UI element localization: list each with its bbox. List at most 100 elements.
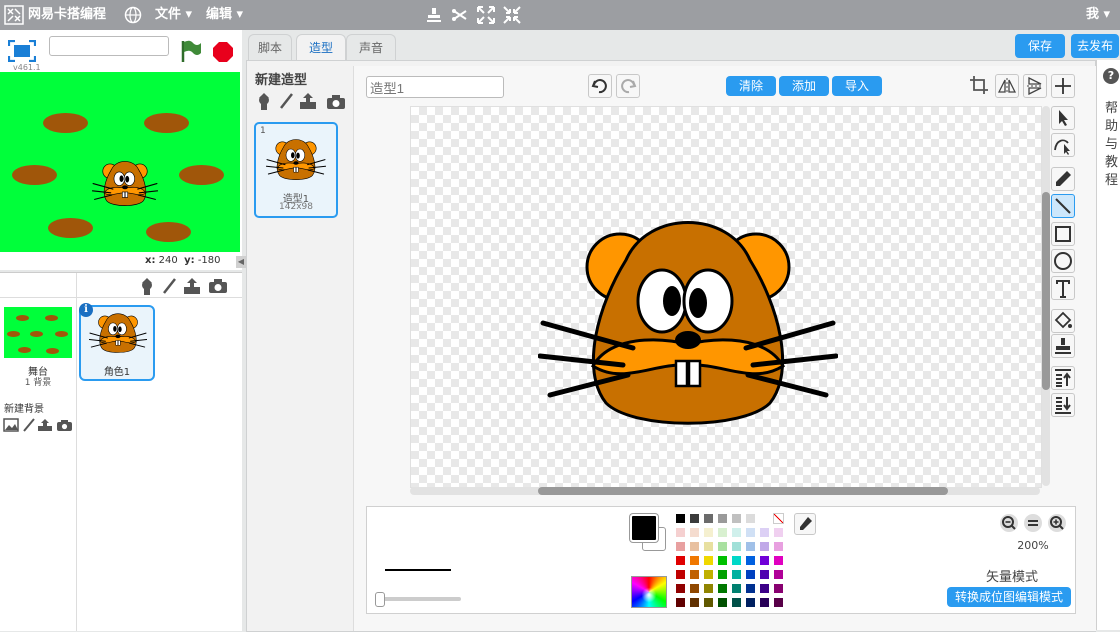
file-menu[interactable]: 文件 ▾ — [155, 0, 192, 30]
color-swatch[interactable] — [745, 555, 756, 566]
stage-thumbnail[interactable] — [4, 307, 72, 358]
color-swatch[interactable] — [703, 597, 714, 608]
sprite-tile[interactable]: 角色1 — [79, 305, 155, 381]
color-swatch[interactable] — [759, 527, 770, 538]
import-button[interactable]: 导入 — [832, 76, 882, 96]
paint-costume-icon[interactable] — [278, 92, 294, 110]
help-icon[interactable]: ? — [1103, 68, 1119, 84]
color-swatch[interactable] — [675, 541, 686, 552]
color-swatch[interactable] — [773, 541, 784, 552]
color-swatch[interactable] — [731, 569, 742, 580]
color-swatch[interactable] — [689, 513, 700, 524]
color-swatch[interactable] — [689, 569, 700, 580]
pencil-tool[interactable] — [1051, 167, 1075, 191]
color-swatch[interactable] — [731, 527, 742, 538]
color-swatch[interactable] — [759, 541, 770, 552]
user-menu[interactable]: 我 ▾ — [1086, 0, 1110, 30]
forward-layer-tool[interactable] — [1051, 366, 1075, 390]
drawing-canvas[interactable] — [410, 106, 1042, 488]
stage-canvas[interactable] — [0, 72, 240, 252]
color-swatch[interactable] — [731, 583, 742, 594]
color-swatch[interactable] — [717, 513, 728, 524]
sprite-library-icon[interactable] — [138, 277, 156, 295]
color-swatch[interactable] — [745, 597, 756, 608]
shrink-icon[interactable] — [502, 5, 522, 25]
zoom-reset-icon[interactable] — [1023, 513, 1043, 533]
undo-button[interactable] — [588, 74, 612, 98]
color-swatch[interactable] — [703, 513, 714, 524]
add-button[interactable]: 添加 — [779, 76, 829, 96]
clear-button[interactable]: 清除 — [726, 76, 776, 96]
color-swatch[interactable] — [675, 555, 686, 566]
rectangle-tool[interactable] — [1051, 222, 1075, 246]
language-globe-icon[interactable] — [124, 6, 142, 24]
color-swatch[interactable] — [703, 527, 714, 538]
color-swatch[interactable] — [717, 541, 728, 552]
color-swatch[interactable] — [773, 583, 784, 594]
color-swatch[interactable] — [773, 555, 784, 566]
horizontal-scroll-thumb[interactable] — [538, 487, 948, 495]
upload-sprite-icon[interactable] — [182, 277, 202, 295]
color-swatch[interactable] — [717, 583, 728, 594]
text-tool[interactable] — [1051, 276, 1075, 300]
costume-item[interactable]: 1 造型1 142x98 — [254, 122, 338, 218]
backdrop-camera-icon[interactable] — [56, 419, 73, 432]
paint-backdrop-icon[interactable] — [22, 418, 36, 432]
color-swatch[interactable] — [759, 513, 770, 524]
color-picker-rainbow[interactable] — [631, 576, 667, 608]
color-swatch[interactable] — [675, 569, 686, 580]
color-swatch[interactable] — [689, 583, 700, 594]
color-swatch[interactable] — [731, 541, 742, 552]
flip-vertical-button[interactable] — [1023, 74, 1047, 98]
backward-layer-tool[interactable] — [1051, 393, 1075, 417]
color-swatch[interactable] — [745, 569, 756, 580]
collapse-stage-handle[interactable]: ◀ — [236, 256, 246, 268]
color-palette[interactable] — [675, 513, 787, 609]
color-swatch[interactable] — [689, 527, 700, 538]
costume-name-input[interactable] — [366, 76, 504, 98]
color-swatch[interactable] — [717, 527, 728, 538]
backdrop-library-icon[interactable] — [3, 418, 19, 432]
color-swatch[interactable] — [703, 583, 714, 594]
color-swatch[interactable] — [689, 597, 700, 608]
color-swatch[interactable] — [773, 513, 784, 524]
zoom-in-icon[interactable] — [1047, 513, 1067, 533]
color-swatch[interactable] — [689, 541, 700, 552]
color-swatch[interactable] — [773, 597, 784, 608]
line-tool[interactable] — [1051, 194, 1075, 218]
color-swatch[interactable] — [703, 555, 714, 566]
edit-menu[interactable]: 编辑 ▾ — [206, 0, 243, 30]
primary-color[interactable] — [630, 514, 658, 542]
color-swatch[interactable] — [675, 527, 686, 538]
color-swatch[interactable] — [773, 527, 784, 538]
slider-handle[interactable] — [375, 592, 385, 607]
fill-tool[interactable] — [1051, 309, 1075, 333]
color-swatch[interactable] — [773, 569, 784, 580]
redo-button[interactable] — [616, 74, 640, 98]
gopher-sprite[interactable] — [92, 158, 158, 210]
fullscreen-icon[interactable] — [8, 40, 36, 62]
color-swatch[interactable] — [745, 541, 756, 552]
stroke-width-slider[interactable] — [375, 592, 461, 607]
publish-button[interactable]: 去发布 — [1071, 34, 1119, 58]
color-swatch[interactable] — [731, 555, 742, 566]
stop-icon[interactable] — [212, 41, 234, 63]
crop-icon[interactable] — [968, 74, 990, 96]
cut-scissors-icon[interactable] — [450, 5, 470, 25]
color-swatch[interactable] — [759, 583, 770, 594]
select-tool[interactable] — [1051, 106, 1075, 130]
upload-backdrop-icon[interactable] — [37, 418, 53, 432]
save-button[interactable]: 保存 — [1015, 34, 1065, 58]
camera-icon[interactable] — [208, 278, 228, 294]
color-swatch[interactable] — [703, 541, 714, 552]
upload-costume-icon[interactable] — [298, 92, 318, 110]
flip-horizontal-button[interactable] — [995, 74, 1019, 98]
color-swatch[interactable] — [759, 555, 770, 566]
color-swatch[interactable] — [717, 597, 728, 608]
help-panel[interactable]: ? 帮助与教程 — [1096, 60, 1120, 630]
set-center-button[interactable] — [1051, 74, 1075, 98]
color-swatch[interactable] — [745, 513, 756, 524]
grow-icon[interactable] — [476, 5, 496, 25]
ellipse-tool[interactable] — [1051, 249, 1075, 273]
color-swatch[interactable] — [759, 597, 770, 608]
